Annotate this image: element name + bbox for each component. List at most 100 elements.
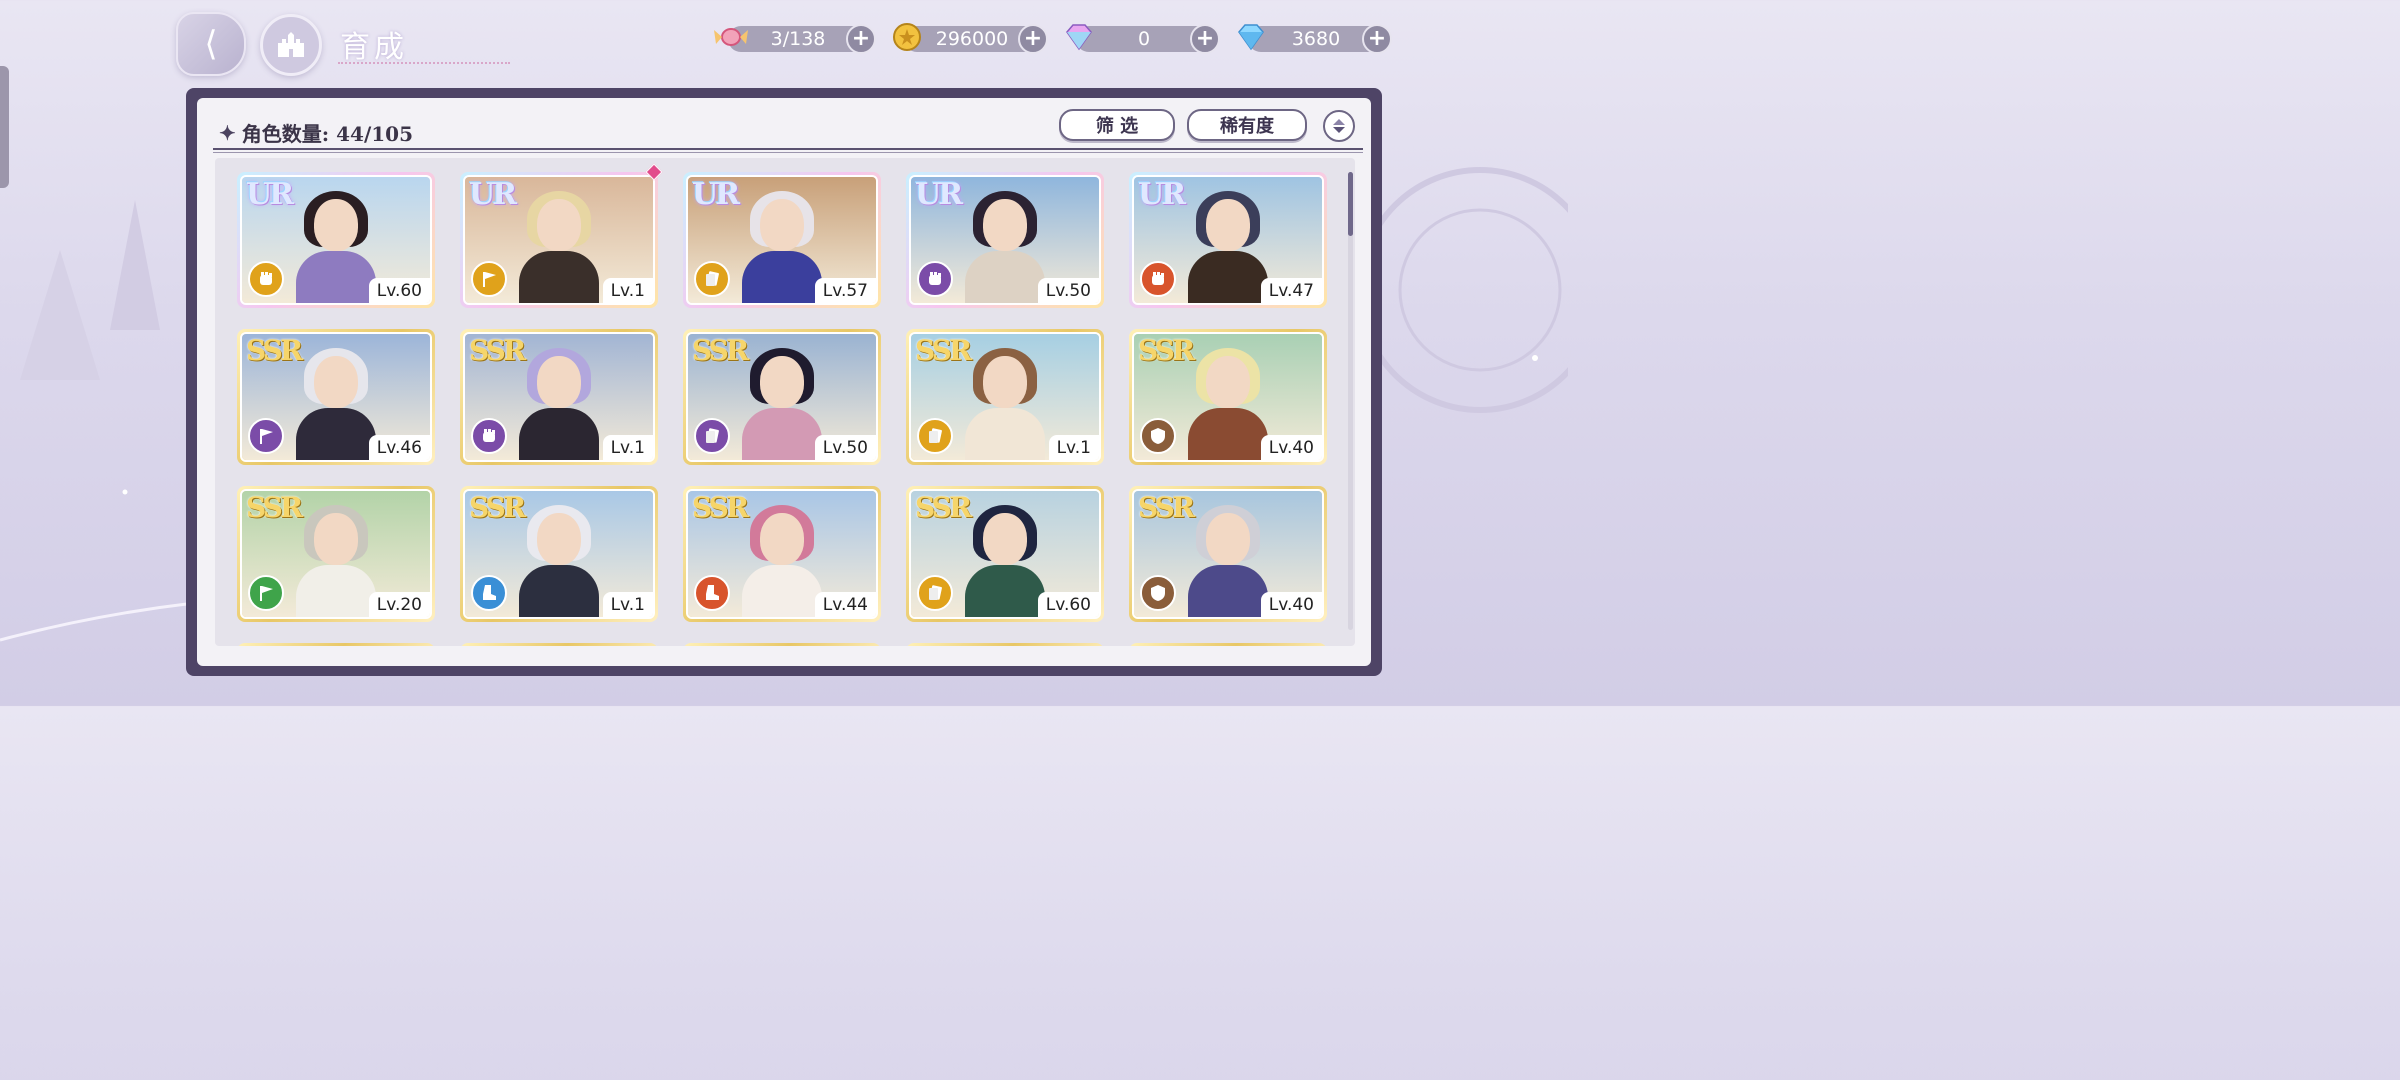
character-card[interactable]: SSR Lv.40 <box>1129 486 1327 622</box>
character-count-label: 角色数量: 44/105 <box>241 122 413 146</box>
attribute-fist-icon <box>471 418 507 454</box>
level-label: Lv.47 <box>1260 278 1322 303</box>
back-arrow-icon: ⟨ <box>204 24 218 64</box>
back-button[interactable]: ⟨ <box>176 12 246 76</box>
level-label: Lv.50 <box>814 435 876 460</box>
rarity-badge: UR <box>246 177 294 212</box>
character-card-partial[interactable] <box>460 643 658 646</box>
level-label: Lv.1 <box>602 592 653 617</box>
character-figure <box>1188 348 1268 460</box>
rarity-badge: SSR <box>915 491 972 524</box>
character-card[interactable]: SSR Lv.40 <box>1129 329 1327 465</box>
level-label: Lv.40 <box>1260 592 1322 617</box>
level-label: Lv.20 <box>368 592 430 617</box>
attribute-flag-icon <box>471 261 507 297</box>
character-figure <box>965 348 1045 460</box>
character-card[interactable]: SSR Lv.20 <box>237 486 435 622</box>
level-label: Lv.60 <box>368 278 430 303</box>
character-card[interactable]: SSR Lv.60 <box>906 486 1104 622</box>
diamond-resource: 3680 + <box>1238 24 1392 54</box>
level-label: Lv.40 <box>1260 435 1322 460</box>
card-frame: UR Lv.1 <box>463 175 655 305</box>
character-figure <box>742 191 822 303</box>
rarity-badge: SSR <box>915 334 972 367</box>
character-card-partial[interactable] <box>1129 643 1327 646</box>
attribute-card-icon <box>917 575 953 611</box>
rarity-badge: SSR <box>246 491 303 524</box>
character-card[interactable]: SSR Lv.50 <box>683 329 881 465</box>
character-card[interactable]: SSR Lv.46 <box>237 329 435 465</box>
rarity-badge: SSR <box>692 334 749 367</box>
character-card[interactable]: UR Lv.60 <box>237 172 435 308</box>
character-card[interactable]: UR Lv.50 <box>906 172 1104 308</box>
character-figure <box>519 348 599 460</box>
attribute-fist-icon <box>1140 261 1176 297</box>
castle-icon <box>278 32 304 57</box>
sparkle-icon: ✦ <box>219 120 236 145</box>
home-button[interactable] <box>260 14 322 76</box>
attribute-boot-icon <box>471 575 507 611</box>
card-frame: SSR Lv.50 <box>686 332 878 462</box>
header-divider-thin <box>213 152 1363 153</box>
character-card[interactable]: UR Lv.1 <box>460 163 663 308</box>
level-label: Lv.1 <box>602 435 653 460</box>
rainbow-diamond-icon <box>1062 20 1096 54</box>
scrollbar-track[interactable] <box>1348 172 1353 630</box>
rarity-badge: UR <box>1138 177 1186 212</box>
attribute-flag-icon <box>248 575 284 611</box>
character-figure <box>742 348 822 460</box>
card-frame: UR Lv.47 <box>1132 175 1324 305</box>
diamond-add-button[interactable]: + <box>1362 24 1392 54</box>
rarity-badge: UR <box>469 177 517 212</box>
rarity-badge: SSR <box>469 491 526 524</box>
character-card[interactable]: SSR Lv.1 <box>460 329 658 465</box>
level-label: Lv.1 <box>1048 435 1099 460</box>
attribute-fist-icon <box>917 261 953 297</box>
character-card[interactable]: UR Lv.57 <box>683 172 881 308</box>
candy-add-button[interactable]: + <box>846 24 876 54</box>
card-frame: SSR Lv.40 <box>1132 489 1324 619</box>
attribute-card-icon <box>694 261 730 297</box>
character-card-partial[interactable] <box>683 643 881 646</box>
sort-order-icon <box>1333 119 1345 133</box>
card-frame: SSR Lv.44 <box>686 489 878 619</box>
rainbow-gem-resource: 0 + <box>1066 24 1220 54</box>
attribute-card-icon <box>917 418 953 454</box>
character-figure <box>296 505 376 617</box>
header-divider <box>213 148 1363 150</box>
rarity-badge: UR <box>692 177 740 212</box>
character-figure <box>742 505 822 617</box>
diamond-icon <box>1234 20 1268 54</box>
attribute-shield-icon <box>1140 418 1176 454</box>
character-figure <box>296 348 376 460</box>
character-figure <box>519 191 599 303</box>
character-card-partial[interactable] <box>237 643 435 646</box>
rarity-sort-button[interactable]: 稀有度 <box>1187 109 1307 141</box>
character-panel: ✦ 角色数量: 44/105 筛 选 稀有度 UR Lv.60 UR Lv.1 UR Lv… <box>197 98 1371 666</box>
gold-add-button[interactable]: + <box>1018 24 1048 54</box>
character-figure <box>519 505 599 617</box>
rainbow-gem-add-button[interactable]: + <box>1190 24 1220 54</box>
filter-button[interactable]: 筛 选 <box>1059 109 1175 141</box>
sort-order-button[interactable] <box>1323 110 1355 142</box>
character-card[interactable]: UR Lv.47 <box>1129 172 1327 308</box>
side-drawer-tab[interactable] <box>0 66 9 188</box>
card-frame: SSR Lv.1 <box>909 332 1101 462</box>
rarity-badge: SSR <box>469 334 526 367</box>
character-grid[interactable]: UR Lv.60 UR Lv.1 UR Lv.57 UR Lv.50 UR Lv.47 SSR Lv.… <box>215 158 1355 646</box>
character-card[interactable]: SSR Lv.1 <box>460 486 658 622</box>
level-label: Lv.44 <box>814 592 876 617</box>
attribute-shield-icon <box>1140 575 1176 611</box>
card-frame: SSR Lv.60 <box>909 489 1101 619</box>
attribute-card-icon <box>694 418 730 454</box>
card-frame: SSR Lv.20 <box>240 489 432 619</box>
rarity-badge: SSR <box>1138 491 1195 524</box>
character-figure <box>296 191 376 303</box>
scrollbar-thumb[interactable] <box>1348 172 1353 236</box>
gold-coin-icon <box>890 20 924 54</box>
character-card[interactable]: SSR Lv.1 <box>906 329 1104 465</box>
rarity-badge: UR <box>915 177 963 212</box>
rarity-badge: SSR <box>692 491 749 524</box>
character-card[interactable]: SSR Lv.44 <box>683 486 881 622</box>
character-card-partial[interactable] <box>906 643 1104 646</box>
